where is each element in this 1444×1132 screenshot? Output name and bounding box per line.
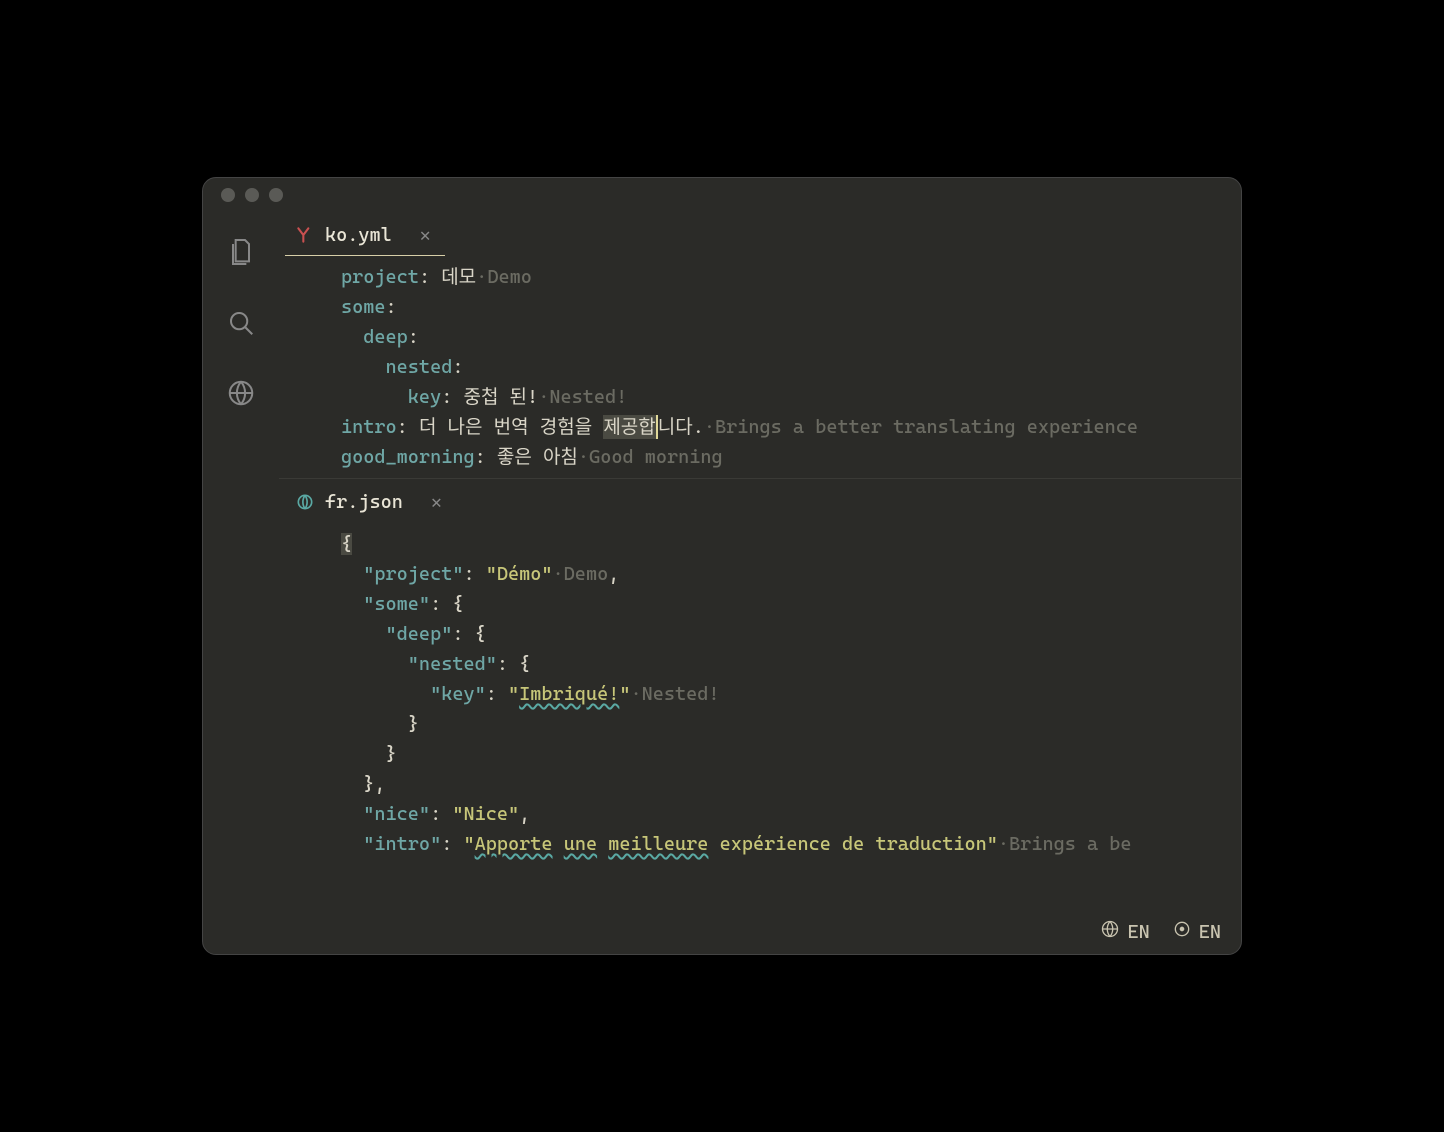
editor-pane-bottom: fr.json ✕ { "project": "Démo"·Demo, "som… <box>279 478 1241 954</box>
tab-bar-top: ko.yml ✕ <box>279 212 1241 256</box>
tab-fr-json[interactable]: fr.json ✕ <box>285 483 456 523</box>
yaml-file-icon <box>295 225 315 245</box>
titlebar[interactable] <box>203 178 1241 212</box>
code-editor-json[interactable]: { "project": "Démo"·Demo, "some": { "dee… <box>279 523 1241 865</box>
search-icon[interactable] <box>226 308 256 338</box>
close-icon[interactable]: ✕ <box>431 492 442 513</box>
json-file-icon <box>295 492 315 512</box>
editor-window: ko.yml ✕ project: 데모·Demo some: deep: ne… <box>202 177 1242 955</box>
close-icon[interactable]: ✕ <box>420 225 431 246</box>
editor-group: ko.yml ✕ project: 데모·Demo some: deep: ne… <box>279 212 1241 954</box>
code-editor-yaml[interactable]: project: 데모·Demo some: deep: nested: key… <box>279 256 1241 478</box>
tab-ko-yml[interactable]: ko.yml ✕ <box>285 216 445 256</box>
tab-label: ko.yml <box>325 224 392 246</box>
status-lang-label: EN <box>1127 921 1149 943</box>
tab-label: fr.json <box>325 491 403 513</box>
status-source-lang[interactable]: EN <box>1100 919 1149 944</box>
main-area: ko.yml ✕ project: 데모·Demo some: deep: ne… <box>203 212 1241 954</box>
activity-bar <box>203 212 279 954</box>
explorer-icon[interactable] <box>225 236 257 268</box>
close-window-icon[interactable] <box>221 188 235 202</box>
status-bar: EN EN <box>1100 919 1221 944</box>
editor-pane-top: ko.yml ✕ project: 데모·Demo some: deep: ne… <box>279 212 1241 478</box>
tab-bar-bottom: fr.json ✕ <box>279 479 1241 523</box>
globe-icon[interactable] <box>226 378 256 408</box>
globe-outline-icon <box>1100 919 1120 944</box>
target-icon <box>1172 919 1192 944</box>
minimize-window-icon[interactable] <box>245 188 259 202</box>
status-target-lang[interactable]: EN <box>1172 919 1221 944</box>
maximize-window-icon[interactable] <box>269 188 283 202</box>
status-lang-label: EN <box>1199 921 1221 943</box>
